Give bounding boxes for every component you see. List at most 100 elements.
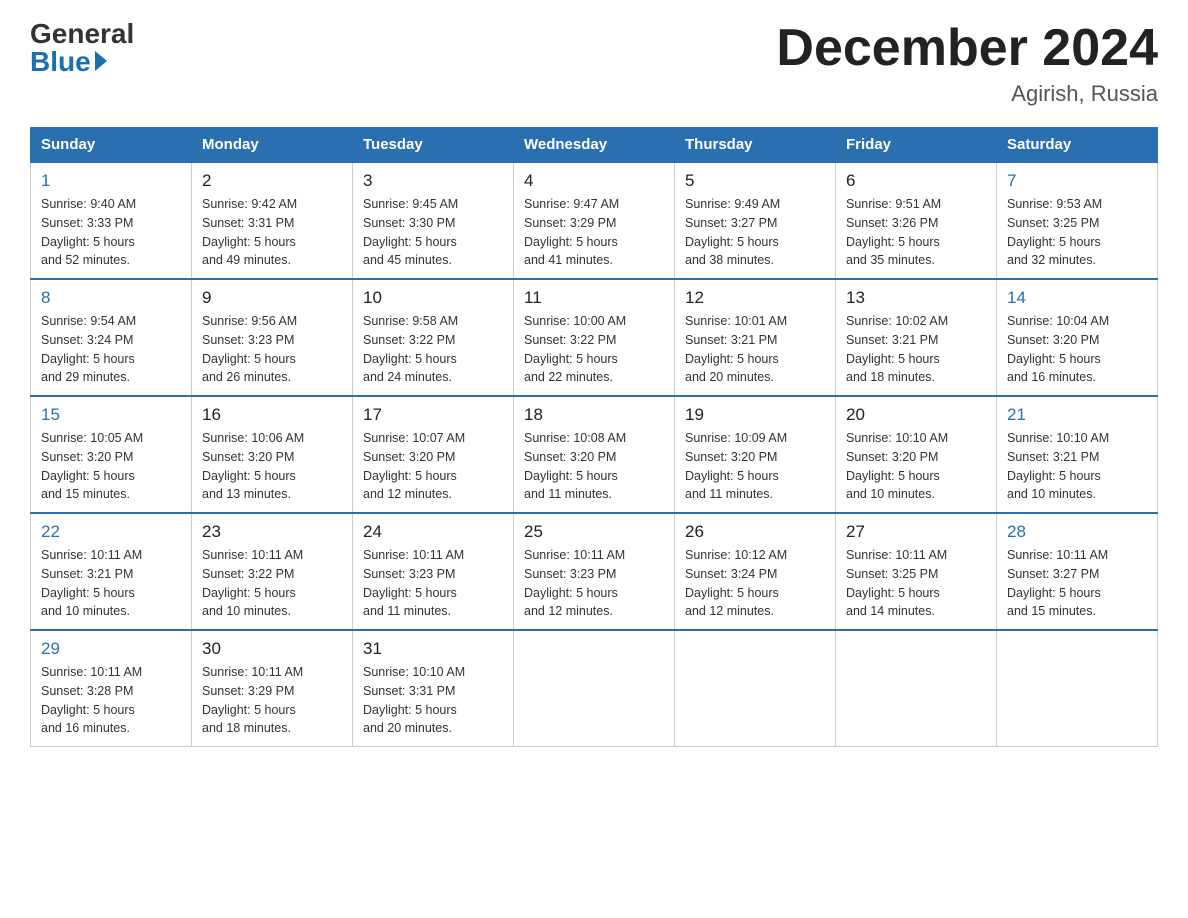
title-block: December 2024 Agirish, Russia	[776, 20, 1158, 107]
day-number: 6	[846, 171, 986, 191]
header-day-tuesday: Tuesday	[353, 128, 514, 163]
day-info: Sunrise: 10:01 AMSunset: 3:21 PMDaylight…	[685, 312, 825, 387]
day-info: Sunrise: 10:04 AMSunset: 3:20 PMDaylight…	[1007, 312, 1147, 387]
calendar-week-5: 29Sunrise: 10:11 AMSunset: 3:28 PMDaylig…	[31, 630, 1158, 747]
header-day-friday: Friday	[836, 128, 997, 163]
day-number: 24	[363, 522, 503, 542]
day-number: 23	[202, 522, 342, 542]
day-number: 30	[202, 639, 342, 659]
calendar-cell: 12 Sunrise: 10:01 AMSunset: 3:21 PMDaylig…	[675, 279, 836, 396]
header-day-thursday: Thursday	[675, 128, 836, 163]
day-info: Sunrise: 9:54 AMSunset: 3:24 PMDaylight:…	[41, 312, 181, 387]
calendar-cell: 15 Sunrise: 10:05 AMSunset: 3:20 PMDaylig…	[31, 396, 192, 513]
calendar-cell: 8 Sunrise: 9:54 AMSunset: 3:24 PMDaylight…	[31, 279, 192, 396]
calendar-cell: 25 Sunrise: 10:11 AMSunset: 3:23 PMDaylig…	[514, 513, 675, 630]
day-info: Sunrise: 10:11 AMSunset: 3:25 PMDaylight…	[846, 546, 986, 621]
calendar-cell: 5Sunrise: 9:49 AMSunset: 3:27 PMDaylight…	[675, 162, 836, 279]
calendar-cell: 24 Sunrise: 10:11 AMSunset: 3:23 PMDaylig…	[353, 513, 514, 630]
calendar-week-1: 1Sunrise: 9:40 AMSunset: 3:33 PMDaylight…	[31, 162, 1158, 279]
day-info: Sunrise: 9:51 AMSunset: 3:26 PMDaylight:…	[846, 195, 986, 270]
day-number: 28	[1007, 522, 1147, 542]
calendar-cell: 2Sunrise: 9:42 AMSunset: 3:31 PMDaylight…	[192, 162, 353, 279]
day-number: 16	[202, 405, 342, 425]
logo-general-text: General	[30, 20, 134, 48]
day-info: Sunrise: 9:56 AMSunset: 3:23 PMDaylight:…	[202, 312, 342, 387]
day-number: 25	[524, 522, 664, 542]
calendar-body: 1Sunrise: 9:40 AMSunset: 3:33 PMDaylight…	[31, 162, 1158, 747]
calendar-header: SundayMondayTuesdayWednesdayThursdayFrid…	[31, 128, 1158, 163]
calendar-cell: 27Sunrise: 10:11 AMSunset: 3:25 PMDaylig…	[836, 513, 997, 630]
day-info: Sunrise: 10:08 AMSunset: 3:20 PMDaylight…	[524, 429, 664, 504]
day-info: Sunrise: 9:58 AMSunset: 3:22 PMDaylight:…	[363, 312, 503, 387]
calendar-cell: 30Sunrise: 10:11 AMSunset: 3:29 PMDaylig…	[192, 630, 353, 747]
calendar-cell: 31 Sunrise: 10:10 AMSunset: 3:31 PMDaylig…	[353, 630, 514, 747]
day-info: Sunrise: 10:11 AMSunset: 3:22 PMDaylight…	[202, 546, 342, 621]
day-number: 9	[202, 288, 342, 308]
logo: General Blue	[30, 20, 134, 76]
day-number: 17	[363, 405, 503, 425]
day-number: 18	[524, 405, 664, 425]
day-number: 2	[202, 171, 342, 191]
calendar-cell: 9 Sunrise: 9:56 AMSunset: 3:23 PMDaylight…	[192, 279, 353, 396]
day-info: Sunrise: 10:11 AMSunset: 3:28 PMDaylight…	[41, 663, 181, 738]
location-label: Agirish, Russia	[776, 81, 1158, 107]
calendar-cell	[836, 630, 997, 747]
calendar-cell: 29Sunrise: 10:11 AMSunset: 3:28 PMDaylig…	[31, 630, 192, 747]
day-number: 19	[685, 405, 825, 425]
calendar-cell	[514, 630, 675, 747]
day-info: Sunrise: 10:10 AMSunset: 3:31 PMDaylight…	[363, 663, 503, 738]
calendar-cell: 1Sunrise: 9:40 AMSunset: 3:33 PMDaylight…	[31, 162, 192, 279]
calendar-cell: 19Sunrise: 10:09 AMSunset: 3:20 PMDaylig…	[675, 396, 836, 513]
day-info: Sunrise: 10:10 AMSunset: 3:21 PMDaylight…	[1007, 429, 1147, 504]
day-info: Sunrise: 10:02 AMSunset: 3:21 PMDaylight…	[846, 312, 986, 387]
day-info: Sunrise: 10:12 AMSunset: 3:24 PMDaylight…	[685, 546, 825, 621]
day-number: 31	[363, 639, 503, 659]
page-header: General Blue December 2024 Agirish, Russ…	[30, 20, 1158, 107]
day-number: 26	[685, 522, 825, 542]
day-number: 5	[685, 171, 825, 191]
day-number: 8	[41, 288, 181, 308]
day-number: 15	[41, 405, 181, 425]
day-number: 10	[363, 288, 503, 308]
month-title: December 2024	[776, 20, 1158, 77]
header-row: SundayMondayTuesdayWednesdayThursdayFrid…	[31, 128, 1158, 163]
day-number: 11	[524, 288, 664, 308]
day-info: Sunrise: 10:11 AMSunset: 3:23 PMDaylight…	[524, 546, 664, 621]
day-info: Sunrise: 10:00 AMSunset: 3:22 PMDaylight…	[524, 312, 664, 387]
calendar-cell: 22 Sunrise: 10:11 AMSunset: 3:21 PMDaylig…	[31, 513, 192, 630]
calendar-cell: 3Sunrise: 9:45 AMSunset: 3:30 PMDaylight…	[353, 162, 514, 279]
logo-arrow-icon	[95, 51, 107, 71]
calendar-week-4: 22 Sunrise: 10:11 AMSunset: 3:21 PMDaylig…	[31, 513, 1158, 630]
calendar-cell: 6 Sunrise: 9:51 AMSunset: 3:26 PMDaylight…	[836, 162, 997, 279]
calendar-week-2: 8 Sunrise: 9:54 AMSunset: 3:24 PMDaylight…	[31, 279, 1158, 396]
day-info: Sunrise: 10:06 AMSunset: 3:20 PMDaylight…	[202, 429, 342, 504]
calendar-cell: 4 Sunrise: 9:47 AMSunset: 3:29 PMDaylight…	[514, 162, 675, 279]
calendar-cell: 20Sunrise: 10:10 AMSunset: 3:20 PMDaylig…	[836, 396, 997, 513]
day-info: Sunrise: 10:07 AMSunset: 3:20 PMDaylight…	[363, 429, 503, 504]
calendar-cell: 10 Sunrise: 9:58 AMSunset: 3:22 PMDayligh…	[353, 279, 514, 396]
day-info: Sunrise: 9:53 AMSunset: 3:25 PMDaylight:…	[1007, 195, 1147, 270]
day-info: Sunrise: 10:11 AMSunset: 3:21 PMDaylight…	[41, 546, 181, 621]
calendar-cell: 17 Sunrise: 10:07 AMSunset: 3:20 PMDaylig…	[353, 396, 514, 513]
header-day-monday: Monday	[192, 128, 353, 163]
day-number: 1	[41, 171, 181, 191]
calendar-cell: 11 Sunrise: 10:00 AMSunset: 3:22 PMDaylig…	[514, 279, 675, 396]
day-number: 3	[363, 171, 503, 191]
day-number: 12	[685, 288, 825, 308]
calendar-cell: 7Sunrise: 9:53 AMSunset: 3:25 PMDaylight…	[997, 162, 1158, 279]
header-day-wednesday: Wednesday	[514, 128, 675, 163]
day-info: Sunrise: 9:47 AMSunset: 3:29 PMDaylight:…	[524, 195, 664, 270]
calendar-cell: 23 Sunrise: 10:11 AMSunset: 3:22 PMDaylig…	[192, 513, 353, 630]
calendar-cell: 18 Sunrise: 10:08 AMSunset: 3:20 PMDaylig…	[514, 396, 675, 513]
day-info: Sunrise: 10:05 AMSunset: 3:20 PMDaylight…	[41, 429, 181, 504]
day-info: Sunrise: 10:11 AMSunset: 3:27 PMDaylight…	[1007, 546, 1147, 621]
logo-blue-text: Blue	[30, 48, 107, 76]
calendar-cell: 28 Sunrise: 10:11 AMSunset: 3:27 PMDaylig…	[997, 513, 1158, 630]
day-number: 4	[524, 171, 664, 191]
day-number: 22	[41, 522, 181, 542]
day-number: 14	[1007, 288, 1147, 308]
calendar-week-3: 15 Sunrise: 10:05 AMSunset: 3:20 PMDaylig…	[31, 396, 1158, 513]
day-number: 13	[846, 288, 986, 308]
day-info: Sunrise: 10:11 AMSunset: 3:23 PMDaylight…	[363, 546, 503, 621]
calendar-table: SundayMondayTuesdayWednesdayThursdayFrid…	[30, 127, 1158, 747]
